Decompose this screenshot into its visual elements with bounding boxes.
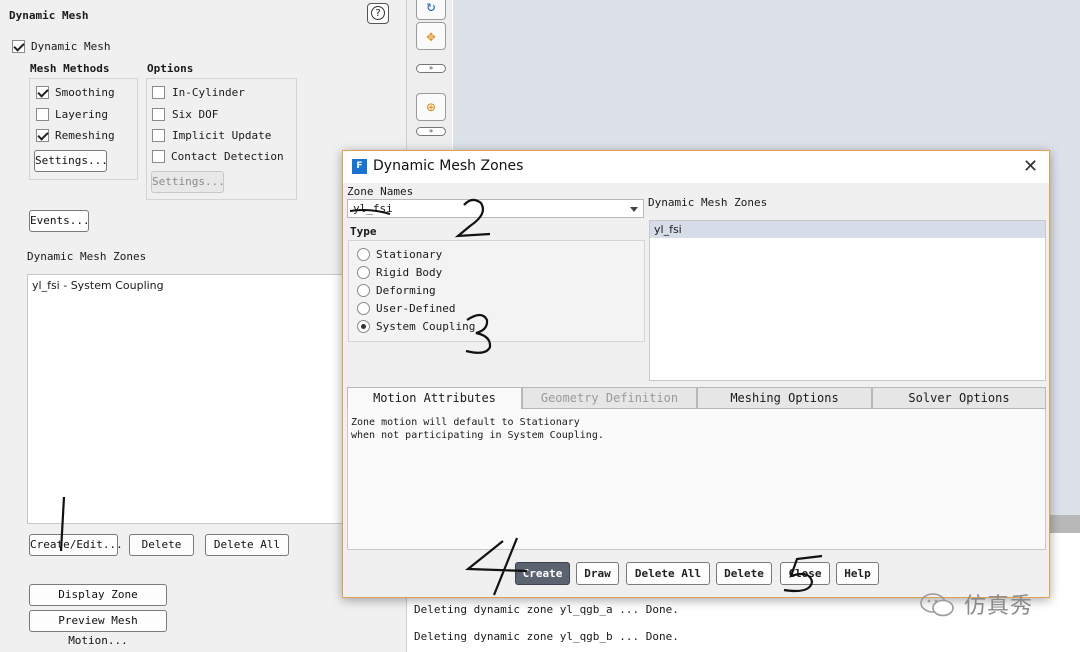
watermark-text: 仿真秀 — [964, 594, 1034, 619]
annotation-underline — [349, 209, 391, 215]
annotation-mark-1 — [59, 496, 66, 552]
handwritten-annotations — [59, 198, 823, 596]
annotation-label: 1 — [0, 0, 1, 1]
annotation-mark-3 — [465, 313, 492, 354]
watermark: 仿真秀 — [918, 586, 1058, 620]
annotation-mark-4 — [464, 537, 528, 596]
annotation-mark-5 — [783, 554, 823, 593]
annotation-mark-2 — [454, 198, 491, 238]
wechat-icon — [920, 593, 954, 617]
